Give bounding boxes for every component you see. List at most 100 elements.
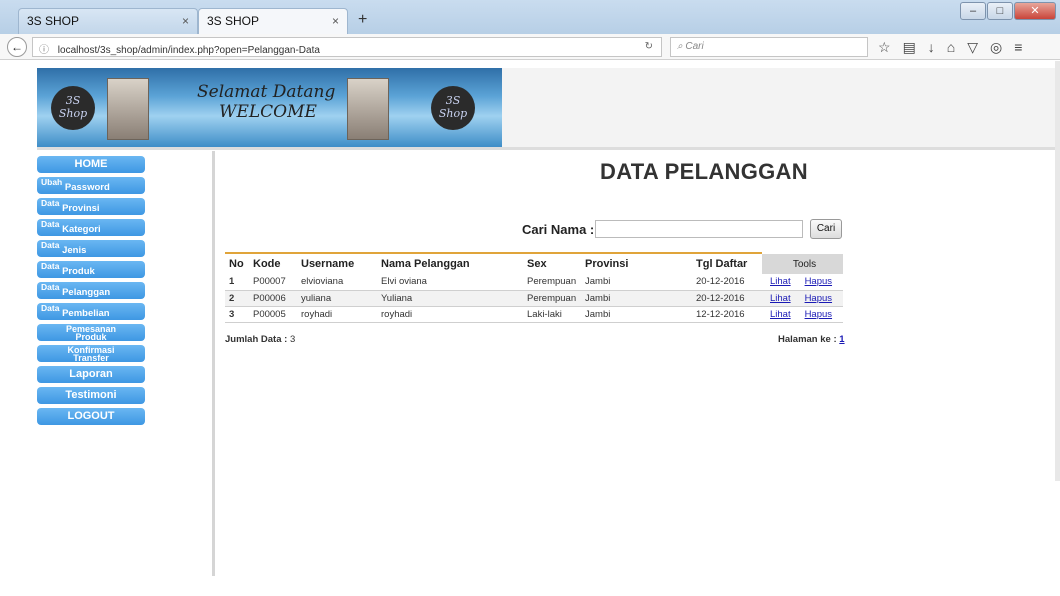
table-row: 3 P00005 royhadi royhadi Laki-laki Jambi… bbox=[225, 306, 843, 323]
reading-list-icon[interactable]: ▤ bbox=[903, 39, 916, 56]
sidebar-item-data-kategori[interactable]: Data Kategori bbox=[37, 219, 145, 236]
col-kode: Kode bbox=[253, 258, 281, 270]
window-controls: – □ ✕ bbox=[960, 2, 1056, 20]
jumlah-data: Jumlah Data : 3 bbox=[225, 334, 295, 345]
logo-text: 3S Shop bbox=[58, 94, 88, 120]
sidebar-item-label: Provinsi bbox=[62, 203, 100, 214]
cell-nama: Elvi oviana bbox=[377, 274, 523, 291]
search-label: Cari Nama : bbox=[522, 222, 595, 237]
sidebar-item-label: Data bbox=[41, 198, 60, 208]
cell-tgl: 20-12-2016 bbox=[692, 274, 762, 291]
close-tab-icon[interactable]: × bbox=[182, 14, 189, 28]
cell-provinsi: Jambi bbox=[581, 290, 692, 307]
sidebar-item-label: Produk bbox=[62, 266, 95, 277]
reload-icon[interactable]: ↻ bbox=[645, 41, 653, 52]
sidebar-item-data-produk[interactable]: Data Produk bbox=[37, 261, 145, 278]
sidebar-item-ubah-password[interactable]: Ubah Password bbox=[37, 177, 145, 194]
cell-sex: Perempuan bbox=[523, 274, 581, 291]
address-bar[interactable]: ⓘ localhost/3s_shop/admin/index.php?open… bbox=[32, 37, 662, 57]
cell-lihat: Lihat bbox=[762, 274, 801, 291]
tab-label: 3S SHOP bbox=[27, 14, 80, 28]
sidebar-item-label: Testimoni bbox=[65, 389, 117, 401]
col-no: No bbox=[229, 258, 244, 270]
cell-hapus: Hapus bbox=[800, 274, 843, 291]
close-tab-icon[interactable]: × bbox=[332, 14, 339, 28]
browser-titlebar: 3S SHOP × 3S SHOP × + – □ ✕ bbox=[0, 0, 1060, 34]
welcome-line2: WELCOME bbox=[219, 102, 317, 122]
toolbar-icons: ☆ ▤ ↓ ⌂ ▽ ◎ ≡ bbox=[878, 39, 1022, 56]
sidebar-item-label: Kategori bbox=[62, 224, 101, 235]
header-banner: 3S Shop Selamat Datang WELCOME 3S Shop bbox=[37, 68, 502, 148]
jumlah-label: Jumlah Data : bbox=[225, 334, 288, 345]
scrollbar[interactable] bbox=[1055, 61, 1060, 481]
sidebar-item-pemesanan-produk[interactable]: Pemesanan Produk bbox=[37, 324, 145, 342]
home-icon[interactable]: ⌂ bbox=[947, 39, 955, 56]
minimize-icon[interactable]: – bbox=[960, 2, 986, 20]
sidebar-divider bbox=[212, 151, 215, 576]
new-tab-icon[interactable]: + bbox=[358, 11, 367, 29]
browser-search-input[interactable]: ⌕ Cari bbox=[670, 37, 868, 57]
sidebar-item-laporan[interactable]: Laporan bbox=[37, 366, 145, 383]
sidebar-item-label: Data bbox=[41, 240, 60, 250]
sidebar-item-label: Laporan bbox=[69, 368, 113, 380]
info-icon[interactable]: ⓘ bbox=[39, 45, 49, 56]
sidebar-item-label: Data bbox=[41, 282, 60, 292]
lihat-link[interactable]: Lihat bbox=[770, 276, 791, 287]
sidebar-item-label: Data bbox=[41, 219, 60, 229]
sidebar-item-label: Pembelian bbox=[62, 308, 110, 319]
menu-icon[interactable]: ≡ bbox=[1014, 39, 1022, 56]
maximize-icon[interactable]: □ bbox=[987, 2, 1013, 20]
hapus-link[interactable]: Hapus bbox=[805, 293, 832, 304]
col-sex: Sex bbox=[527, 258, 547, 270]
header-filler bbox=[502, 68, 1057, 148]
table-row: 1 P00007 elvioviana Elvi oviana Perempua… bbox=[225, 274, 843, 291]
hapus-link[interactable]: Hapus bbox=[805, 309, 832, 320]
cell-hapus: Hapus bbox=[800, 306, 843, 323]
page-link[interactable]: 1 bbox=[839, 334, 844, 345]
cari-button[interactable]: Cari bbox=[810, 219, 842, 239]
cell-nama: Yuliana bbox=[377, 290, 523, 307]
halaman-label: Halaman ke : bbox=[778, 334, 837, 345]
sidebar-item-data-provinsi[interactable]: Data Provinsi bbox=[37, 198, 145, 215]
col-tgl-daftar: Tgl Daftar bbox=[696, 258, 748, 270]
tab-2[interactable]: 3S SHOP × bbox=[198, 8, 348, 34]
sidebar-item-konfirmasi-transfer[interactable]: Konfirmasi Transfer bbox=[37, 345, 145, 363]
sidebar-item-data-jenis[interactable]: Data Jenis bbox=[37, 240, 145, 257]
sidebar-item-data-pelanggan[interactable]: Data Pelanggan bbox=[37, 282, 145, 299]
cell-lihat: Lihat bbox=[762, 306, 801, 323]
cell-no: 3 bbox=[225, 306, 249, 323]
table-header-row: No Kode Username Nama Pelanggan Sex Prov… bbox=[225, 254, 843, 274]
sidebar: HOME Ubah Password Data Provinsi Data Ka… bbox=[37, 156, 145, 429]
sidebar-item-label: Ubah bbox=[41, 177, 63, 187]
cell-tgl: 20-12-2016 bbox=[692, 290, 762, 307]
tab-1[interactable]: 3S SHOP × bbox=[18, 8, 198, 34]
sidebar-item-testimoni[interactable]: Testimoni bbox=[37, 387, 145, 404]
logo-right: 3S Shop bbox=[431, 86, 475, 130]
download-icon[interactable]: ↓ bbox=[928, 39, 935, 56]
welcome-line1: Selamat Datang bbox=[197, 82, 336, 102]
pocket-icon[interactable]: ▽ bbox=[967, 39, 978, 56]
sidebar-item-logout[interactable]: LOGOUT bbox=[37, 408, 145, 425]
hapus-link[interactable]: Hapus bbox=[805, 276, 832, 287]
addon-icon[interactable]: ◎ bbox=[990, 39, 1002, 56]
back-arrow-icon[interactable]: ← bbox=[7, 37, 27, 57]
bookmark-star-icon[interactable]: ☆ bbox=[878, 39, 891, 56]
url-text: localhost/3s_shop/admin/index.php?open=P… bbox=[57, 45, 320, 56]
search-nama-input[interactable] bbox=[595, 220, 803, 238]
sidebar-item-label: Transfer bbox=[73, 353, 109, 363]
close-window-icon[interactable]: ✕ bbox=[1014, 2, 1056, 20]
product-photo bbox=[107, 78, 149, 140]
lihat-link[interactable]: Lihat bbox=[770, 309, 791, 320]
table-row: 2 P00006 yuliana Yuliana Perempuan Jambi… bbox=[225, 290, 843, 307]
pagination: Halaman ke : 1 bbox=[778, 334, 845, 345]
header-divider bbox=[37, 147, 1057, 150]
sidebar-item-label: Produk bbox=[75, 332, 107, 342]
cell-sex: Laki-laki bbox=[523, 306, 581, 323]
cell-nama: royhadi bbox=[377, 306, 523, 323]
cell-kode: P00006 bbox=[249, 290, 297, 307]
cell-username: royhadi bbox=[297, 306, 377, 323]
cell-username: elvioviana bbox=[297, 274, 377, 291]
sidebar-item-data-pembelian[interactable]: Data Pembelian bbox=[37, 303, 145, 320]
lihat-link[interactable]: Lihat bbox=[770, 293, 791, 304]
sidebar-item-home[interactable]: HOME bbox=[37, 156, 145, 173]
